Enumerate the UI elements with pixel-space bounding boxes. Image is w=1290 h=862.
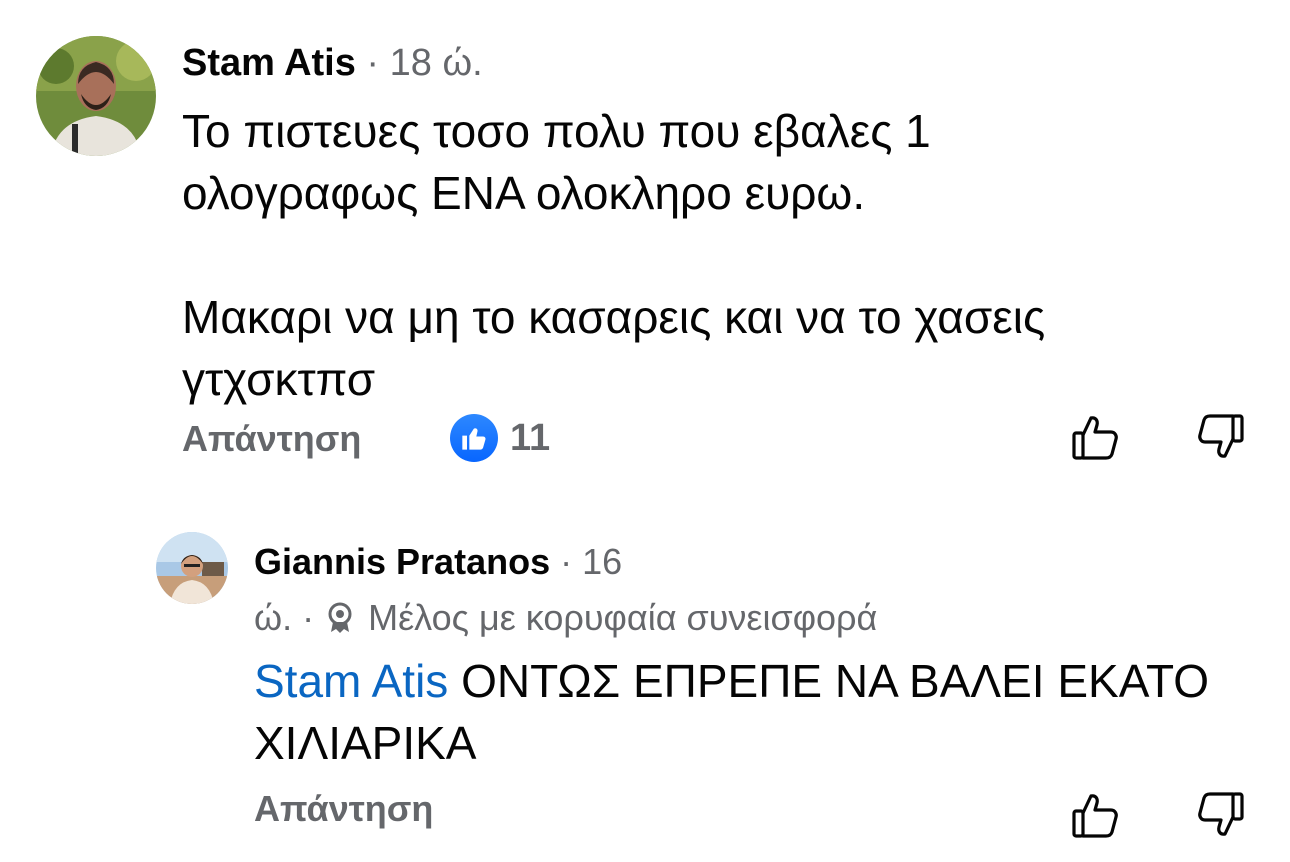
comment-line: Το πιστευες τοσο πολυ που εβαλες 1 (182, 105, 931, 157)
mention-link[interactable]: Stam Atis (254, 655, 448, 707)
comment-text: Το πιστευες τοσο πολυ που εβαλες 1 ολογρ… (182, 100, 1182, 410)
author-name[interactable]: Giannis Pratanos (254, 541, 550, 582)
author-name[interactable]: Stam Atis (182, 42, 356, 84)
thumbs-down-outline-icon[interactable] (1196, 790, 1246, 840)
comment: Stam Atis · 18 ώ. Το πιστευες τοσο πολυ … (0, 0, 1290, 480)
thumbs-down-outline-icon[interactable] (1196, 412, 1246, 462)
like-icon (450, 414, 498, 462)
reactions-summary[interactable]: 11 (450, 414, 550, 462)
comment-line: γτχσκτπσ (182, 353, 376, 405)
badge-label[interactable]: Μέλος με κορυφαία συνεισφορά (368, 597, 877, 638)
timestamp[interactable]: · 18 ώ. (366, 42, 482, 84)
avatar[interactable] (36, 36, 156, 156)
reply-button[interactable]: Απάντηση (254, 788, 433, 830)
thumbs-up-outline-icon[interactable] (1070, 412, 1120, 462)
comment-line: Μακαρι να μη το κασαρεις και να το χασει… (182, 291, 1046, 343)
comment-line: ολογραφως ΕΝΑ ολοκληρο ευρω. (182, 167, 866, 219)
comment-header: Giannis Pratanos · 16 ώ. · Μέλος με κορυ… (254, 534, 974, 650)
top-contributor-badge-icon (326, 594, 354, 650)
reply-button[interactable]: Απάντηση (182, 418, 361, 460)
timestamp-unit: ώ. · (254, 597, 315, 638)
comment-header: Stam Atis · 18 ώ. (182, 40, 483, 86)
reply-comment: Giannis Pratanos · 16 ώ. · Μέλος με κορυ… (0, 480, 1290, 862)
reaction-count: 11 (510, 416, 551, 459)
comment-text: Stam Atis ΟΝΤΩΣ ΕΠΡΕΠΕ ΝΑ ΒΑΛΕΙ ΕΚΑΤΟ ΧΙ… (254, 650, 1214, 774)
timestamp[interactable]: · 16 (560, 541, 622, 582)
avatar[interactable] (156, 532, 228, 604)
thumbs-up-outline-icon[interactable] (1070, 790, 1120, 840)
